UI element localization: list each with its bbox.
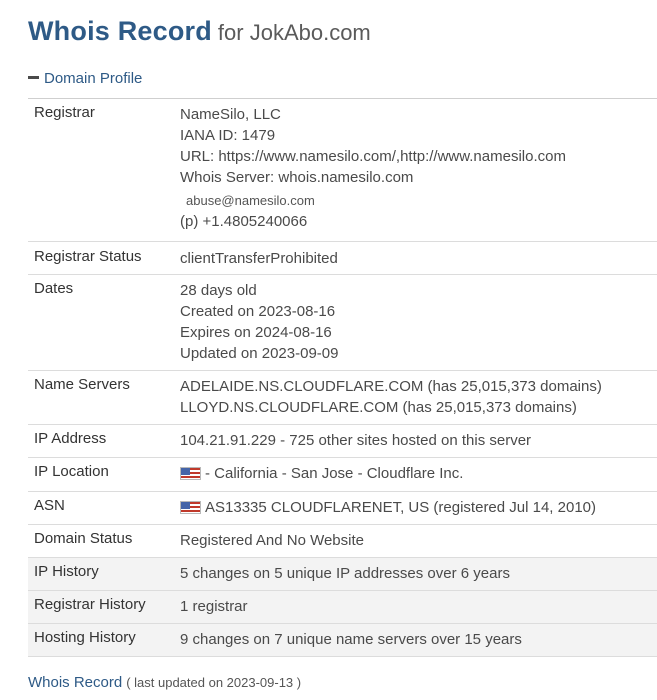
registrar-history-label: Registrar History: [34, 596, 146, 613]
updated-date: Updated on 2023-09-09: [180, 345, 339, 362]
page-title-domain: for JokAbo.com: [217, 20, 371, 45]
name-server-item: ADELAIDE.NS.CLOUDFLARE.COM (has 25,015,3…: [180, 378, 602, 395]
hosting-history-value: 9 changes on 7 unique name servers over …: [180, 631, 522, 648]
whois-record-footer: Whois Record ( last updated on 2023-09-13…: [28, 674, 301, 692]
name-server-item: LLOYD.NS.CLOUDFLARE.COM (has 25,015,373 …: [180, 399, 577, 416]
registrar-abuse-email: abuse@namesilo.com: [186, 193, 315, 208]
registrar-history-row[interactable]: Registrar History 1 registrar: [28, 591, 657, 624]
registrar-whois-server: Whois Server: whois.namesilo.com: [180, 169, 414, 186]
domain-age: 28 days old: [180, 282, 257, 299]
hosting-history-label: Hosting History: [34, 629, 136, 646]
whois-record-link[interactable]: Whois Record: [28, 674, 122, 691]
registrar-value: NameSilo, LLC IANA ID: 1479 URL: https:/…: [180, 104, 657, 241]
ip-address-row: IP Address 104.21.91.229 - 725 other sit…: [28, 425, 657, 458]
registrar-status-row: Registrar Status clientTransferProhibite…: [28, 242, 657, 275]
ip-location-label: IP Location: [34, 463, 109, 480]
expires-date: Expires on 2024-08-16: [180, 324, 332, 341]
us-flag-icon: [180, 500, 201, 514]
registrar-history-value: 1 registrar: [180, 598, 248, 615]
domain-profile-toggle[interactable]: Domain Profile: [28, 70, 142, 87]
ip-address-value: 104.21.91.229 - 725 other sites hosted o…: [180, 432, 532, 449]
last-updated-note: ( last updated on 2023-09-13 ): [126, 675, 302, 690]
domain-profile-label: Domain Profile: [44, 70, 143, 87]
registrar-phone: (p) +1.4805240066: [180, 213, 308, 230]
page-title-main: Whois Record: [28, 16, 212, 46]
created-date: Created on 2023-08-16: [180, 303, 336, 320]
hosting-history-row[interactable]: Hosting History 9 changes on 7 unique na…: [28, 624, 657, 657]
registrar-status-label: Registrar Status: [34, 248, 142, 265]
asn-row: ASN AS13335 CLOUDFLARENET, US (registere…: [28, 492, 657, 525]
ip-location-row: IP Location - California - San Jose - Cl…: [28, 458, 657, 492]
dates-row: Dates 28 days old Created on 2023-08-16 …: [28, 275, 657, 371]
registrar-label: Registrar: [34, 104, 95, 121]
dates-label: Dates: [34, 280, 74, 297]
ip-location-value: - California - San Jose - Cloudflare Inc…: [205, 465, 464, 482]
domain-status-label: Domain Status: [34, 530, 133, 547]
ip-address-label: IP Address: [34, 430, 107, 447]
registrar-url: URL: https://www.namesilo.com/,http://ww…: [180, 148, 566, 165]
ip-history-row[interactable]: IP History 5 changes on 5 unique IP addr…: [28, 558, 657, 591]
domain-profile-table: Registrar NameSilo, LLC IANA ID: 1479 UR…: [28, 98, 657, 657]
minus-icon: [28, 75, 39, 79]
registrar-status-value: clientTransferProhibited: [180, 250, 338, 267]
domain-status-value: Registered And No Website: [180, 532, 364, 549]
domain-status-row: Domain Status Registered And No Website: [28, 525, 657, 558]
page-title: Whois Record for JokAbo.com: [28, 16, 371, 47]
asn-value: AS13335 CLOUDFLARENET, US (registered Ju…: [205, 499, 597, 516]
name-servers-row: Name Servers ADELAIDE.NS.CLOUDFLARE.COM …: [28, 371, 657, 425]
registrar-row: Registrar NameSilo, LLC IANA ID: 1479 UR…: [28, 99, 657, 242]
ip-history-value: 5 changes on 5 unique IP addresses over …: [180, 565, 510, 582]
ip-history-label: IP History: [34, 563, 99, 580]
name-servers-label: Name Servers: [34, 376, 130, 393]
registrar-iana-id: IANA ID: 1479: [180, 127, 276, 144]
registrar-name: NameSilo, LLC: [180, 106, 281, 123]
asn-label: ASN: [34, 497, 65, 514]
us-flag-icon: [180, 466, 201, 480]
